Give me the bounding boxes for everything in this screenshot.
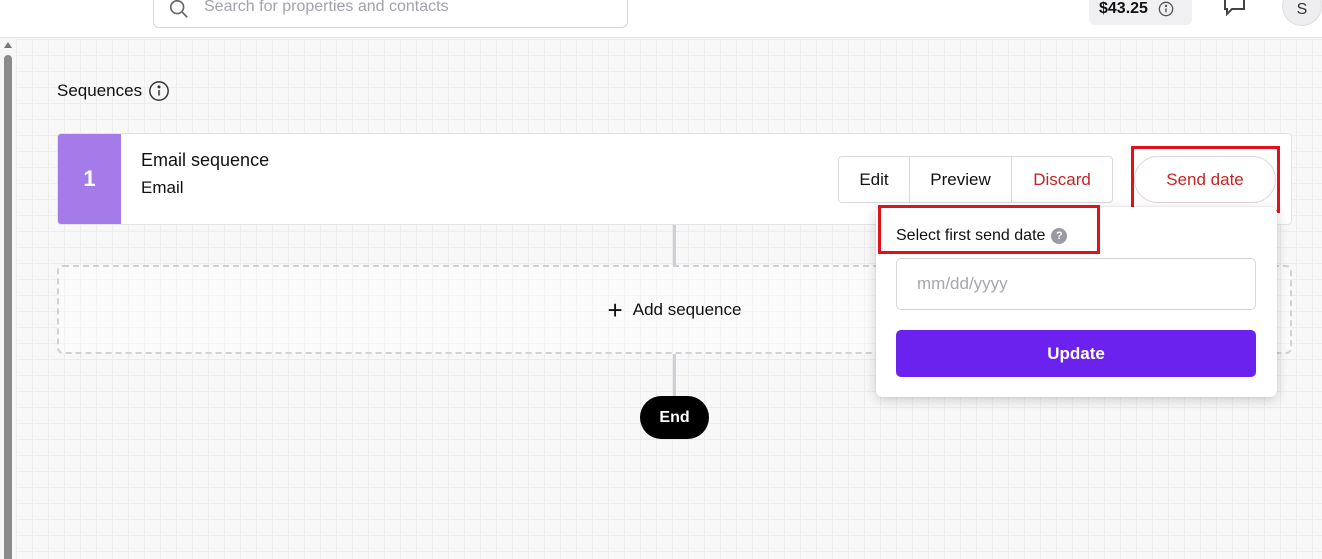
sequences-title: Sequences [57,81,143,100]
info-icon [1158,1,1174,16]
first-send-date-text: Select first send date [896,227,1046,244]
add-sequence-label: Add sequence [632,299,742,319]
vertical-scrollbar[interactable] [0,38,16,559]
chat-icon[interactable] [1222,0,1250,18]
info-icon[interactable] [148,80,170,102]
sequence-type: Email [141,178,184,197]
flow-connector [673,354,676,396]
avatar[interactable]: S [1282,0,1322,26]
end-node: End [640,396,709,439]
search-input[interactable] [204,0,604,19]
send-date-button[interactable]: Send date [1134,156,1276,203]
preview-button[interactable]: Preview [910,157,1012,202]
sequence-actions: Edit Preview Discard [838,156,1113,203]
balance-badge[interactable]: $43.25 [1089,0,1192,25]
sequence-title: Email sequence [141,150,270,170]
first-send-date-label: Select first send date ? [896,227,1068,245]
sequence-step-number: 1 [58,134,121,224]
sequences-heading: Sequences [57,80,170,102]
scrollbar-thumb[interactable] [4,55,12,559]
help-icon[interactable]: ? [1051,228,1068,244]
flow-connector [673,225,676,265]
send-date-input[interactable] [896,258,1256,310]
scroll-up-arrow-icon[interactable] [4,42,12,48]
top-header: $43.25 S [0,0,1322,38]
balance-amount: $43.25 [1099,0,1148,17]
update-button[interactable]: Update [896,330,1256,377]
avatar-initial: S [1296,1,1308,18]
search-box[interactable] [153,0,628,28]
plus-icon: + [607,294,623,325]
discard-button[interactable]: Discard [1012,157,1112,202]
search-icon [169,0,188,18]
edit-button[interactable]: Edit [839,157,910,202]
send-date-popover: Select first send date ? Update [876,207,1277,397]
